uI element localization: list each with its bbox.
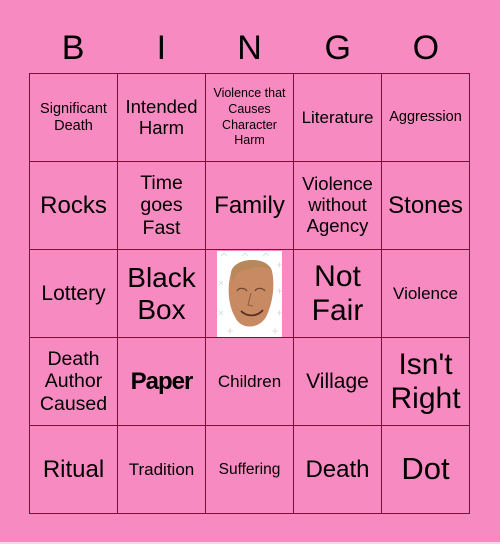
cell-text: Dot <box>401 451 450 487</box>
cell-text: Intended Harm <box>125 95 198 138</box>
bingo-cell[interactable]: Violence without Agency <box>294 162 382 250</box>
cell-text: Death Author Caused <box>39 348 108 415</box>
bingo-cell[interactable]: Violence <box>382 250 470 338</box>
cell-text: Not Fair <box>311 259 364 327</box>
bingo-cell[interactable]: Ritual <box>30 426 118 514</box>
cell-text: Tradition <box>128 459 195 479</box>
bingo-cell[interactable]: Time goes Fast <box>118 162 206 250</box>
bingo-header: B I N G O <box>29 28 470 68</box>
header-letter-b: B <box>61 29 85 67</box>
bingo-cell[interactable]: Significant Death <box>30 74 118 162</box>
cell-text: Stones <box>388 191 463 219</box>
cell-text: Violence <box>393 283 458 303</box>
bingo-cell[interactable]: Tradition <box>118 426 206 514</box>
bingo-cell[interactable]: Literature <box>294 74 382 162</box>
bingo-cell[interactable]: Children <box>206 338 294 426</box>
bingo-cell[interactable]: Isn't Right <box>382 338 470 426</box>
cell-text: Literature <box>301 107 374 127</box>
cell-text: Isn't Right <box>390 347 461 415</box>
cell-text: Significant Death <box>40 101 107 134</box>
free-space-cell[interactable] <box>206 250 294 338</box>
cell-text: Children <box>217 371 282 391</box>
cell-text: Ritual <box>42 455 105 483</box>
bingo-cell[interactable]: Dot <box>382 426 470 514</box>
bingo-cell[interactable]: Death <box>294 426 382 514</box>
header-letter-n: N <box>237 29 262 67</box>
bingo-cell[interactable]: Aggression <box>382 74 470 162</box>
bingo-cell[interactable]: Village <box>294 338 382 426</box>
bingo-cell[interactable]: Family <box>206 162 294 250</box>
cell-text: Lottery <box>41 281 106 305</box>
bingo-cell[interactable]: Lottery <box>30 250 118 338</box>
bingo-card: Significant Death Intended Harm Violence… <box>29 73 470 514</box>
bingo-cell[interactable]: Stones <box>382 162 470 250</box>
bingo-cell[interactable]: Black Box <box>118 250 206 338</box>
header-letter-i: I <box>156 29 167 67</box>
header-letter-g: G <box>324 29 351 67</box>
cell-text: Paper <box>130 367 194 395</box>
bingo-cell[interactable]: Death Author Caused <box>30 338 118 426</box>
face-photo-icon <box>217 250 282 337</box>
header-letter-o: O <box>412 29 440 67</box>
cell-text: Violence without Agency <box>302 173 373 236</box>
cell-text: Rocks <box>40 191 107 219</box>
bingo-cell[interactable]: Not Fair <box>294 250 382 338</box>
bingo-cell[interactable]: Rocks <box>30 162 118 250</box>
cell-text: Black Box <box>127 262 196 325</box>
bingo-cell[interactable]: Suffering <box>206 426 294 514</box>
cell-text: Aggression <box>389 109 462 126</box>
bingo-cell[interactable]: Violence that Causes Character Harm <box>206 74 294 162</box>
cell-text: Suffering <box>218 460 281 478</box>
cell-text: Family <box>214 191 285 219</box>
cell-text: Death <box>305 455 370 483</box>
cell-text: Violence that Causes Character Harm <box>213 86 286 148</box>
cell-text: Village <box>306 369 369 393</box>
bingo-cell[interactable]: Intended Harm <box>118 74 206 162</box>
cell-text: Time goes Fast <box>140 172 183 239</box>
bingo-cell[interactable]: Paper <box>118 338 206 426</box>
